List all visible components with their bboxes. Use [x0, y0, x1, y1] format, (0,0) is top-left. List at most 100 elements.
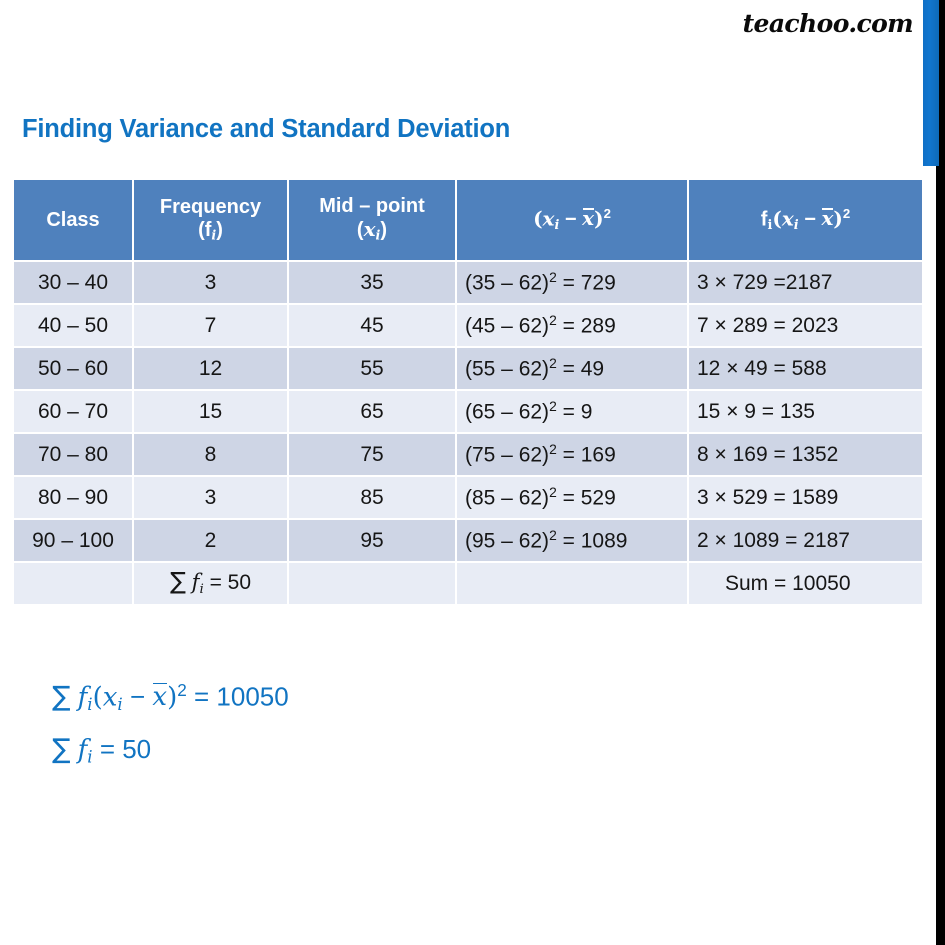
cell-squared-deviation-result: = 9 — [556, 400, 593, 424]
cell-squared-deviation-exponent: 2 — [549, 355, 557, 372]
cell-frequency: 3 — [134, 262, 287, 303]
cell-squared-deviation: (35 – 62)2 = 729 — [457, 262, 687, 303]
cell-f-squared-deviation: 15 × 9 = 135 — [689, 391, 922, 432]
sum-frequency-value: = 50 — [203, 571, 252, 595]
cell-frequency: 12 — [134, 348, 287, 389]
cell-midpoint: 55 — [289, 348, 455, 389]
cell-frequency: 7 — [134, 305, 287, 346]
cell-squared-deviation-result: = 289 — [556, 314, 616, 338]
teachoo-logo: teachoo.com — [742, 9, 914, 38]
table-body: 30 – 40 3 35 (35 – 62)2 = 729 3 × 729 =2187 4… — [14, 262, 922, 604]
cell-squared-deviation-expression: (35 – 62) — [465, 271, 550, 295]
cell-squared-deviation-expression: (95 – 62) — [465, 529, 550, 553]
variance-table: Class Frequency (fi) Mid – point (xi) (x… — [12, 178, 924, 606]
fsq-subscript: i — [793, 218, 799, 234]
column-header-midpoint: Mid – point (xi) — [289, 180, 455, 260]
fsq-variable: x — [781, 206, 794, 231]
fsq-xbar: x — [821, 206, 834, 231]
table-row: 60 – 70 15 65 (65 – 62)2 = 9 15 × 9 = 135 — [14, 391, 922, 432]
fsq-exponent: 2 — [842, 206, 851, 222]
cell-squared-deviation-result: = 529 — [556, 486, 616, 510]
column-header-midpoint-open: ( — [356, 219, 364, 242]
cell-squared-deviation-expression: (75 – 62) — [465, 443, 550, 467]
cell-f-squared-deviation: 2 × 1089 = 2187 — [689, 520, 922, 561]
sum-cell-midpoint — [289, 563, 455, 604]
cell-class: 30 – 40 — [14, 262, 132, 303]
cell-squared-deviation: (75 – 62)2 = 169 — [457, 434, 687, 475]
cell-squared-deviation: (65 – 62)2 = 9 — [457, 391, 687, 432]
fsq-close-paren: ) — [833, 206, 843, 231]
formula1-exponent: 2 — [177, 680, 187, 700]
column-header-squared-deviation: (xi − x)2 — [457, 180, 687, 260]
cell-frequency: 2 — [134, 520, 287, 561]
column-header-class: Class — [14, 180, 132, 260]
column-header-frequency-line2: (f — [198, 218, 212, 241]
formula2-equals: = 50 — [92, 734, 152, 765]
sq-close-paren: ) — [594, 206, 604, 231]
accent-bar — [923, 0, 939, 166]
fsq-minus: − — [804, 208, 816, 231]
column-header-midpoint-line1: Mid – point — [319, 195, 425, 218]
cell-frequency: 15 — [134, 391, 287, 432]
cell-squared-deviation-expression: (45 – 62) — [465, 314, 550, 338]
sq-variable: x — [542, 206, 555, 231]
cell-f-squared-deviation: 3 × 729 =2187 — [689, 262, 922, 303]
table-row: 70 – 80 8 75 (75 – 62)2 = 169 8 × 169 = 1352 — [14, 434, 922, 475]
cell-f-squared-deviation: 3 × 529 = 1589 — [689, 477, 922, 518]
cell-class: 50 – 60 — [14, 348, 132, 389]
cell-midpoint: 95 — [289, 520, 455, 561]
cell-squared-deviation-expression: (55 – 62) — [465, 357, 550, 381]
cell-squared-deviation-exponent: 2 — [549, 527, 557, 544]
table-row: 50 – 60 12 55 (55 – 62)2 = 49 12 × 49 = 588 — [14, 348, 922, 389]
formula1-close-paren: ) — [167, 682, 178, 713]
cell-squared-deviation: (45 – 62)2 = 289 — [457, 305, 687, 346]
formula-sum-f: ∑ fi = 50 — [52, 734, 289, 767]
sum-frequency-sigma: ∑ — [169, 567, 186, 596]
cell-class: 80 – 90 — [14, 477, 132, 518]
fsq-open-paren: ( — [772, 206, 782, 231]
cell-frequency: 8 — [134, 434, 287, 475]
table-row: 90 – 100 2 95 (95 – 62)2 = 1089 2 × 1089 = 2… — [14, 520, 922, 561]
formula1-equals: = 10050 — [186, 681, 289, 712]
cell-class: 70 – 80 — [14, 434, 132, 475]
cell-squared-deviation: (85 – 62)2 = 529 — [457, 477, 687, 518]
page-title: Finding Variance and Standard Deviation — [22, 115, 511, 144]
column-header-class-label: Class — [46, 208, 100, 231]
column-header-frequency: Frequency (fi) — [134, 180, 287, 260]
sq-open-paren: ( — [533, 206, 543, 231]
formula1-x-subscript: i — [117, 695, 123, 715]
cell-squared-deviation-result: = 169 — [556, 443, 616, 467]
column-header-f-squared-deviation: fi(xi − x)2 — [689, 180, 922, 260]
cell-frequency: 3 — [134, 477, 287, 518]
sq-xbar: x — [582, 206, 595, 231]
cell-squared-deviation-exponent: 2 — [549, 312, 557, 329]
formula1-x: x — [102, 682, 118, 713]
table-header-row: Class Frequency (fi) Mid – point (xi) (x… — [14, 180, 922, 260]
cell-class: 60 – 70 — [14, 391, 132, 432]
formula1-xbar: x — [152, 682, 168, 713]
cell-f-squared-deviation: 7 × 289 = 2023 — [689, 305, 922, 346]
column-header-frequency-line1: Frequency — [159, 195, 262, 218]
cell-squared-deviation-expression: (85 – 62) — [465, 486, 550, 510]
formula-block: ∑ fi(xi − x)2 = 10050 ∑ fi = 50 — [52, 680, 289, 787]
formula-sum-f-x-minus-xbar-squared: ∑ fi(xi − x)2 = 10050 — [52, 680, 289, 714]
cell-midpoint: 75 — [289, 434, 455, 475]
table-row: 40 – 50 7 45 (45 – 62)2 = 289 7 × 289 = 2023 — [14, 305, 922, 346]
cell-midpoint: 85 — [289, 477, 455, 518]
cell-squared-deviation: (95 – 62)2 = 1089 — [457, 520, 687, 561]
cell-squared-deviation-expression: (65 – 62) — [465, 400, 550, 424]
table-sum-row: ∑ fi = 50 Sum = 10050 — [14, 563, 922, 604]
cell-squared-deviation-exponent: 2 — [549, 269, 557, 286]
formula1-minus: − — [129, 681, 146, 712]
cell-squared-deviation-result: = 1089 — [556, 529, 628, 553]
cell-midpoint: 45 — [289, 305, 455, 346]
cell-squared-deviation-result: = 49 — [556, 357, 605, 381]
table-row: 80 – 90 3 85 (85 – 62)2 = 529 3 × 529 = 1589 — [14, 477, 922, 518]
cell-squared-deviation-exponent: 2 — [549, 398, 557, 415]
sq-subscript: i — [554, 218, 560, 234]
cell-class: 90 – 100 — [14, 520, 132, 561]
formula1-sigma: ∑ — [52, 681, 71, 713]
cell-midpoint: 35 — [289, 262, 455, 303]
cell-squared-deviation-exponent: 2 — [549, 441, 557, 458]
cell-f-squared-deviation: 8 × 169 = 1352 — [689, 434, 922, 475]
